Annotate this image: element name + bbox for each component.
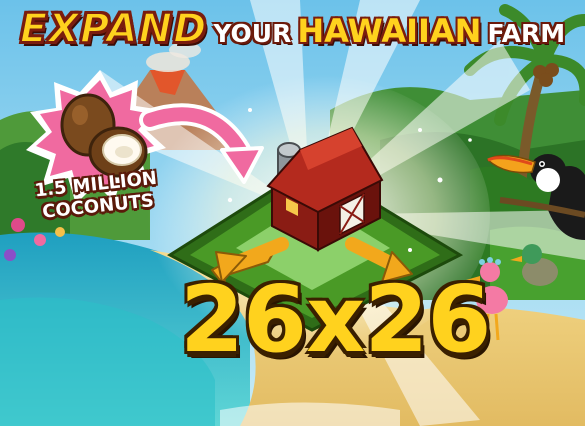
farm-size-label: 26x26 bbox=[180, 266, 491, 373]
promo-banner: EXPAND YOUR HAWAIIAN FARM 1.5 MILLION COCON… bbox=[0, 0, 585, 426]
title-your: YOUR bbox=[213, 19, 292, 48]
title-farm: FARM bbox=[487, 19, 566, 48]
title-expand: EXPAND bbox=[19, 5, 208, 53]
title-hawaiian: HAWAIIAN bbox=[297, 12, 482, 50]
page-title: EXPAND YOUR HAWAIIAN FARM bbox=[0, 5, 585, 53]
